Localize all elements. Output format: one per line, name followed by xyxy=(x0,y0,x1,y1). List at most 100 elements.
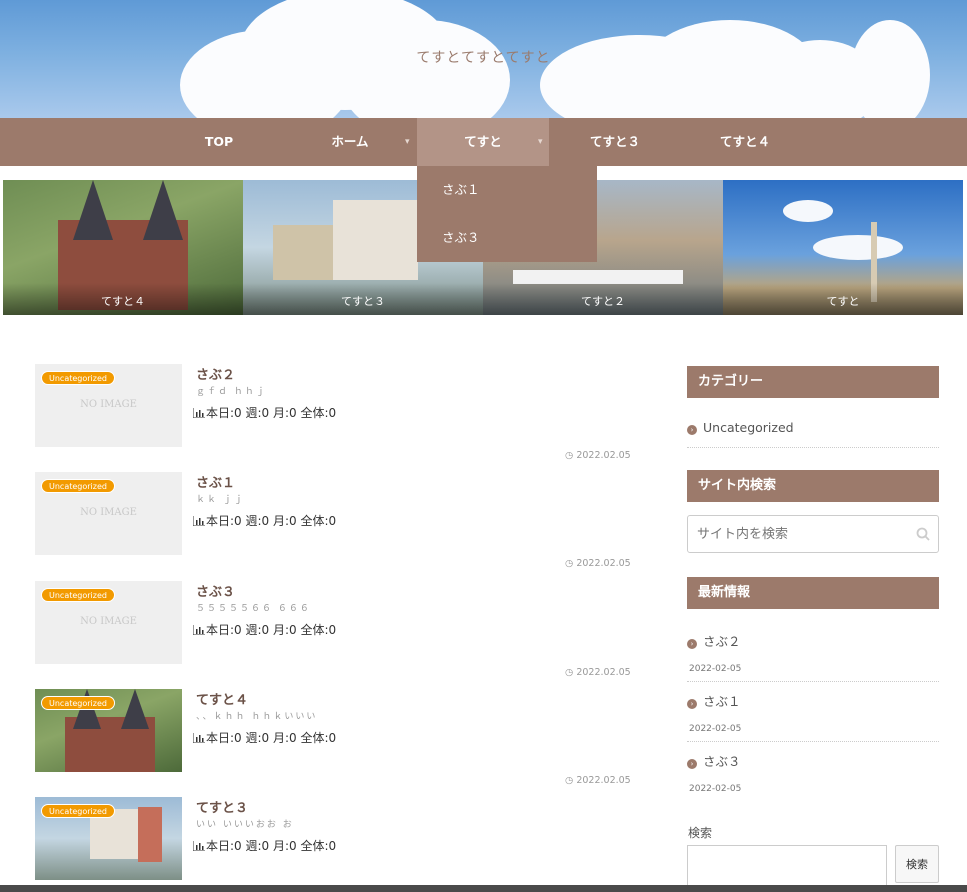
recent-widget-title: 最新情報 xyxy=(687,577,939,609)
post-date: ◷ 2022.02.05 xyxy=(565,667,631,678)
slide-caption: てすと３ xyxy=(243,283,483,315)
clock-icon: ◷ xyxy=(565,558,574,569)
post-views-text: 本日:0 週:0 月:0 全体:0 xyxy=(206,839,337,853)
main-nav: TOP ホーム ▾ てすと ▾ てすと３ てすと４ xyxy=(0,118,967,166)
post-views: 本日:0 週:0 月:0 全体:0 xyxy=(193,512,336,529)
post-title[interactable]: さぶ３ xyxy=(196,581,235,600)
post-views: 本日:0 週:0 月:0 全体:0 xyxy=(193,729,336,746)
search-button[interactable]: 検索 xyxy=(895,845,939,883)
recent-post-link[interactable]: › さぶ３ xyxy=(687,751,939,770)
post-date-text: 2022.02.05 xyxy=(576,450,631,461)
post-excerpt: ｇｆｄ ｈｈｊ xyxy=(196,387,267,397)
post-title[interactable]: さぶ１ xyxy=(196,472,235,491)
no-image-placeholder: NO IMAGE xyxy=(80,616,137,627)
category-badge[interactable]: Uncategorized xyxy=(41,696,115,710)
category-badge[interactable]: Uncategorized xyxy=(41,371,115,385)
search-icon[interactable] xyxy=(916,527,930,541)
chevron-down-icon: ▾ xyxy=(405,137,410,147)
post-title[interactable]: さぶ２ xyxy=(196,364,235,383)
search-box xyxy=(687,515,939,553)
chevron-right-icon: › xyxy=(687,699,697,709)
slide-caption: てすと４ xyxy=(3,283,243,315)
clock-icon: ◷ xyxy=(565,450,574,461)
cloud xyxy=(813,235,903,260)
bar-chart-icon xyxy=(193,625,205,635)
search-widget-title: サイト内検索 xyxy=(687,470,939,502)
category-link[interactable]: › Uncategorized xyxy=(687,420,939,435)
post-date-text: 2022.02.05 xyxy=(576,558,631,569)
post-item[interactable]: NO IMAGE Uncategorized さぶ３ ５５５５５６６ ６６６ 本… xyxy=(35,581,635,681)
post-views: 本日:0 週:0 月:0 全体:0 xyxy=(193,621,336,638)
bar-chart-icon xyxy=(193,408,205,418)
post-views-text: 本日:0 週:0 月:0 全体:0 xyxy=(206,406,337,420)
clock-icon: ◷ xyxy=(565,667,574,678)
recent-post-link[interactable]: › さぶ１ xyxy=(687,691,939,710)
post-excerpt: ５５５５５６６ ６６６ xyxy=(196,604,311,614)
post-date: ◷ 2022.02.05 xyxy=(565,558,631,569)
post-date: ◷ 2022.02.05 xyxy=(565,450,631,461)
slide[interactable]: てすと xyxy=(723,180,963,315)
post-views-text: 本日:0 週:0 月:0 全体:0 xyxy=(206,514,337,528)
no-image-placeholder: NO IMAGE xyxy=(80,399,137,410)
category-badge[interactable]: Uncategorized xyxy=(41,804,115,818)
thumbnail-tower xyxy=(121,689,149,729)
recent-post-link[interactable]: › さぶ２ xyxy=(687,631,939,650)
post-views: 本日:0 週:0 月:0 全体:0 xyxy=(193,404,336,421)
recent-post-date: 2022-02-05 xyxy=(689,784,742,794)
recent-post-label: さぶ２ xyxy=(703,634,741,649)
chevron-right-icon: › xyxy=(687,759,697,769)
post-date-text: 2022.02.05 xyxy=(576,775,631,786)
thumbnail-tower xyxy=(138,807,162,862)
recent-post-label: さぶ１ xyxy=(703,694,741,709)
chevron-right-icon: › xyxy=(687,425,697,435)
post-date-text: 2022.02.05 xyxy=(576,667,631,678)
post-title[interactable]: てすと４ xyxy=(196,689,248,708)
post-views: 本日:0 週:0 月:0 全体:0 xyxy=(193,837,336,854)
cloud xyxy=(850,20,930,118)
post-views-text: 本日:0 週:0 月:0 全体:0 xyxy=(206,731,337,745)
category-link-label: Uncategorized xyxy=(703,420,794,435)
cloud xyxy=(783,200,833,222)
search-input[interactable] xyxy=(688,516,908,552)
nav-item-test4[interactable]: てすと４ xyxy=(695,118,795,166)
dropdown-item-sub1[interactable]: さぶ１ xyxy=(442,166,480,214)
dropdown-item-sub3[interactable]: さぶ３ xyxy=(442,214,480,262)
nav-item-label: てすと xyxy=(464,134,502,149)
slide[interactable]: てすと４ xyxy=(3,180,243,315)
clock-icon: ◷ xyxy=(565,775,574,786)
post-title[interactable]: てすと３ xyxy=(196,797,248,816)
chevron-right-icon: › xyxy=(687,639,697,649)
bar-chart-icon xyxy=(193,841,205,851)
post-excerpt: 、、ｋｈｈ ｈｈｋいいい xyxy=(196,712,318,722)
post-item[interactable]: NO IMAGE Uncategorized さぶ２ ｇｆｄ ｈｈｊ 本日:0 … xyxy=(35,364,635,464)
post-item[interactable]: NO IMAGE Uncategorized さぶ１ ｋｋ ｊｊ 本日:0 週:… xyxy=(35,472,635,572)
post-excerpt: いい いいいおお お xyxy=(196,820,294,830)
post-item[interactable]: Uncategorized てすと３ いい いいいおお お 本日:0 週:0 月… xyxy=(35,797,635,892)
category-badge[interactable]: Uncategorized xyxy=(41,588,115,602)
recent-post-date: 2022-02-05 xyxy=(689,664,742,674)
search-field[interactable] xyxy=(687,845,887,890)
bar-chart-icon xyxy=(193,516,205,526)
nav-item-test[interactable]: てすと xyxy=(417,118,549,166)
divider xyxy=(687,447,939,448)
nav-item-test3[interactable]: てすと３ xyxy=(565,118,665,166)
bar-chart-icon xyxy=(193,733,205,743)
slide-image-tower xyxy=(143,180,183,240)
slide-caption: てすと xyxy=(723,283,963,315)
category-widget-title: カテゴリー xyxy=(687,366,939,398)
bottom-bar xyxy=(0,885,967,892)
recent-post-label: さぶ３ xyxy=(703,754,741,769)
nav-item-home[interactable]: ホーム xyxy=(300,118,400,166)
slide-image-boat xyxy=(513,270,683,284)
post-views-text: 本日:0 週:0 月:0 全体:0 xyxy=(206,623,337,637)
slide-image-building xyxy=(333,200,418,280)
search-label: 検索 xyxy=(688,826,713,840)
site-title[interactable]: てすとてすとてすと xyxy=(0,47,967,67)
category-badge[interactable]: Uncategorized xyxy=(41,479,115,493)
no-image-placeholder: NO IMAGE xyxy=(80,507,137,518)
divider xyxy=(687,741,939,742)
post-item[interactable]: Uncategorized てすと４ 、、ｋｈｈ ｈｈｋいいい 本日:0 週:0… xyxy=(35,689,635,789)
nav-item-top[interactable]: TOP xyxy=(175,118,263,166)
recent-post-date: 2022-02-05 xyxy=(689,724,742,734)
slide-image-tower xyxy=(73,180,113,240)
